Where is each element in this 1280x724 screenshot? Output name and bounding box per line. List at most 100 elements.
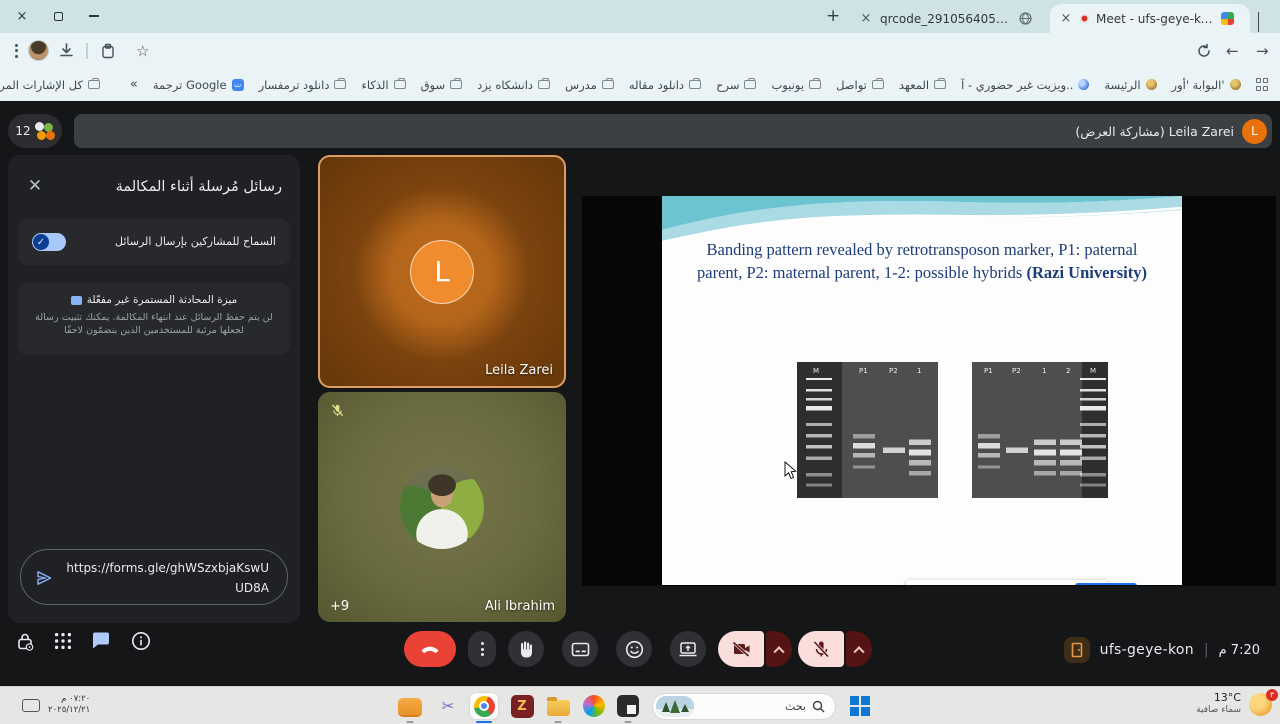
folder-icon [809, 80, 821, 89]
windows-start-button[interactable] [846, 693, 874, 719]
message-draft-text[interactable]: https://forms.gle/ghWSzxbjaKswUUD8A [65, 558, 269, 598]
bookmark-folder[interactable]: الذكاء [361, 78, 405, 92]
minimize-icon [89, 15, 99, 17]
touch-keyboard-icon[interactable] [22, 699, 40, 712]
info-icon[interactable] [128, 628, 154, 654]
folder-icon [394, 80, 406, 89]
leave-call-button[interactable] [404, 631, 456, 667]
search-label: بحث [785, 700, 806, 713]
restore-icon [54, 12, 63, 21]
stop-sharing-button[interactable]: Stop sharing [1075, 583, 1136, 585]
bookmark-folder[interactable]: دانلود ترمفسار [259, 78, 347, 92]
in-call-messages-panel: رسائل مُرسلة أثناء المكالمة ✕ السماح للم… [8, 155, 300, 623]
window-restore-button[interactable] [40, 0, 76, 32]
present-screen-icon [678, 639, 698, 659]
chevron-up-icon [773, 646, 784, 657]
taskbar-app-z[interactable]: Z [508, 693, 536, 719]
taskbar-app-dark[interactable] [614, 693, 642, 719]
search-highlight-image [656, 696, 694, 717]
bookmark-folder[interactable]: المعهد [899, 78, 946, 92]
present-screen-button[interactable] [670, 631, 706, 667]
tab-list-chevron-icon[interactable] [1258, 12, 1259, 31]
mouse-cursor [784, 461, 797, 480]
weather-condition: سماء صافية [1196, 704, 1241, 716]
forward-arrow-icon[interactable]: → [1256, 40, 1269, 61]
bookmark-folder[interactable]: تواصل [836, 78, 884, 92]
taskbar-file-explorer[interactable] [544, 693, 572, 719]
host-controls-lock-icon[interactable] [12, 628, 38, 654]
apps-grid-icon[interactable] [1256, 78, 1269, 91]
back-arrow-icon[interactable]: ← [1226, 40, 1239, 61]
bookmark-item[interactable]: ويزيت غير حضوري - آ.. [961, 78, 1089, 92]
allow-messages-toggle[interactable]: ✓ [32, 233, 66, 251]
profile-avatar[interactable] [28, 40, 49, 61]
chat-info-box: ميزة المحادثة المستمرة غير مفعّلة لن يتم… [18, 283, 290, 355]
captions-cc-icon [571, 640, 590, 659]
bookmark-star-icon[interactable]: ☆ [136, 40, 149, 61]
lane-label: 2 [1066, 367, 1070, 375]
participant-count-pill[interactable]: 12 [8, 114, 62, 148]
presentation-stage: Banding pattern revealed by retrotranspo… [578, 155, 1280, 625]
bookmark-folder[interactable]: سوق [421, 78, 463, 92]
raise-hand-button[interactable] [508, 631, 544, 667]
tab-close-icon[interactable]: × [859, 11, 873, 26]
taskbar-snipping-tool[interactable]: ✂ [434, 693, 462, 719]
mic-options-chevron[interactable] [846, 631, 872, 667]
bookmark-item[interactable]: البوابة 'أور' [1172, 78, 1241, 92]
captions-button[interactable] [562, 631, 598, 667]
participant-name: Ali Ibrahim [485, 599, 555, 614]
taskbar-chrome-active[interactable] [470, 693, 498, 719]
video-tile-ali-ibrahim[interactable]: Ali Ibrahim +9 [318, 392, 566, 622]
presenting-banner-text: Leila Zarei (مشاركة العرض) [1075, 124, 1234, 139]
emoji-reactions-button[interactable] [616, 631, 652, 667]
camera-off-button[interactable] [718, 631, 764, 667]
all-bookmarks-button[interactable]: كل الإشارات المرجعية [0, 78, 100, 92]
close-icon[interactable]: ✕ [24, 175, 46, 197]
lane-label: M [813, 367, 819, 375]
avatar: L [410, 240, 474, 304]
send-message-icon[interactable] [35, 569, 53, 587]
camera-options-chevron[interactable] [766, 631, 792, 667]
avatar [400, 465, 484, 549]
bookmark-item[interactable]: تترجمة Google [153, 78, 244, 92]
tab-qrcode[interactable]: × qrcode_291056405_e5f5a8bcb [850, 4, 1046, 33]
message-input[interactable]: https://forms.gle/ghWSzxbjaKswUUD8A [20, 549, 288, 605]
taskbar-search[interactable]: بحث [652, 693, 836, 720]
downloads-icon[interactable] [58, 40, 75, 61]
taskbar-date: ٢٠٢٥/١٢/٢١ [48, 705, 90, 716]
presenter-avatar: L [1242, 119, 1267, 144]
taskbar-copilot[interactable] [580, 693, 608, 719]
taskbar-weather-widget[interactable]: 13°C سماء صافية ٣ [1196, 692, 1272, 716]
mic-off-button[interactable] [798, 631, 844, 667]
taskbar-clock[interactable]: ٠٧:٢٠ م ٢٠٢٥/١٢/٢١ [48, 694, 90, 716]
taskbar-time: ٠٧:٢٠ م [48, 694, 90, 705]
browser-menu-icon[interactable] [8, 40, 24, 61]
window-minimize-button[interactable] [76, 0, 112, 32]
bookmark-folder[interactable]: دانلود مقاله [629, 78, 701, 92]
folder-icon [689, 80, 701, 89]
window-close-button[interactable]: × [4, 0, 40, 32]
extensions-icon[interactable] [100, 40, 116, 61]
video-tile-leila-zarei[interactable]: L Leila Zarei [318, 155, 566, 388]
activities-grid-icon[interactable] [50, 628, 76, 654]
chat-icon-active[interactable] [88, 628, 114, 654]
taskbar-app-orange[interactable] [396, 693, 424, 719]
presenting-banner[interactable]: L Leila Zarei (مشاركة العرض) [74, 114, 1272, 148]
bookmark-folder[interactable]: يونيوب [771, 78, 821, 92]
lane-label: P2 [889, 367, 898, 375]
meet-app: 12 L Leila Zarei (مشاركة العرض) رسائل مُ… [0, 101, 1280, 686]
bookmark-folder[interactable]: مدرس [565, 78, 614, 92]
new-tab-button[interactable]: + [826, 6, 840, 26]
bookmark-folder[interactable]: دانشكاه يزد [477, 78, 550, 92]
tab-meet-active[interactable]: × Meet - ufs-geye-kon [1050, 4, 1250, 33]
more-options-button[interactable] [468, 631, 496, 667]
bookmark-folder[interactable]: سرح [716, 78, 756, 92]
tab-close-icon[interactable]: × [1059, 11, 1073, 26]
toolbar-divider [86, 40, 88, 61]
reload-icon[interactable] [1196, 40, 1212, 61]
folder-icon [744, 80, 756, 89]
bookmarks-overflow-chevron[interactable]: « [130, 77, 138, 92]
screen-sharing-bar: meet.google.com is sharing your screen. … [906, 580, 1108, 585]
bookmark-item[interactable]: الرئيسة [1104, 78, 1156, 92]
chevron-up-icon [853, 646, 864, 657]
